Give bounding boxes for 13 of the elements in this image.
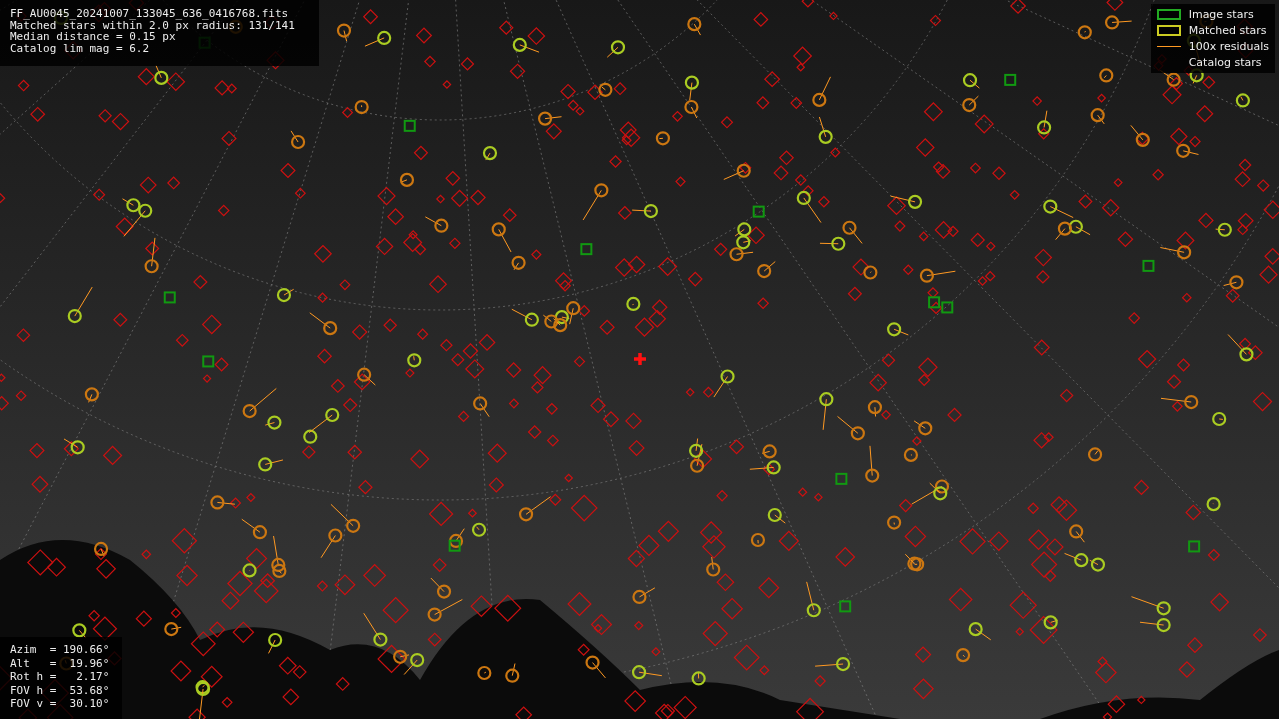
- legend-label: Image stars: [1188, 8, 1254, 21]
- pointing-text: Azim = 190.66°: [10, 643, 111, 657]
- info-text: FF_AU0045_20241007_133045_636_0416768.fits: [10, 8, 290, 20]
- legend-label: Matched stars: [1188, 24, 1267, 37]
- info-text: Matched stars within 2.0 px radius: 131/141: [10, 19, 296, 31]
- info-text: Median distance = 0.15 px: [10, 31, 176, 43]
- info-text: Catalog lim mag = 6.2: [10, 42, 151, 54]
- pointing-text: Alt = 19.96°: [10, 656, 111, 670]
- pointing-text: FOV v = 30.10°: [10, 697, 111, 711]
- pointing-text: Rot h = 2.17°: [10, 670, 111, 684]
- legend-label: Catalog stars: [1188, 56, 1262, 69]
- pointing-text: FOV h = 53.68°: [10, 683, 111, 697]
- legend-label: 100x residuals: [1188, 40, 1269, 53]
